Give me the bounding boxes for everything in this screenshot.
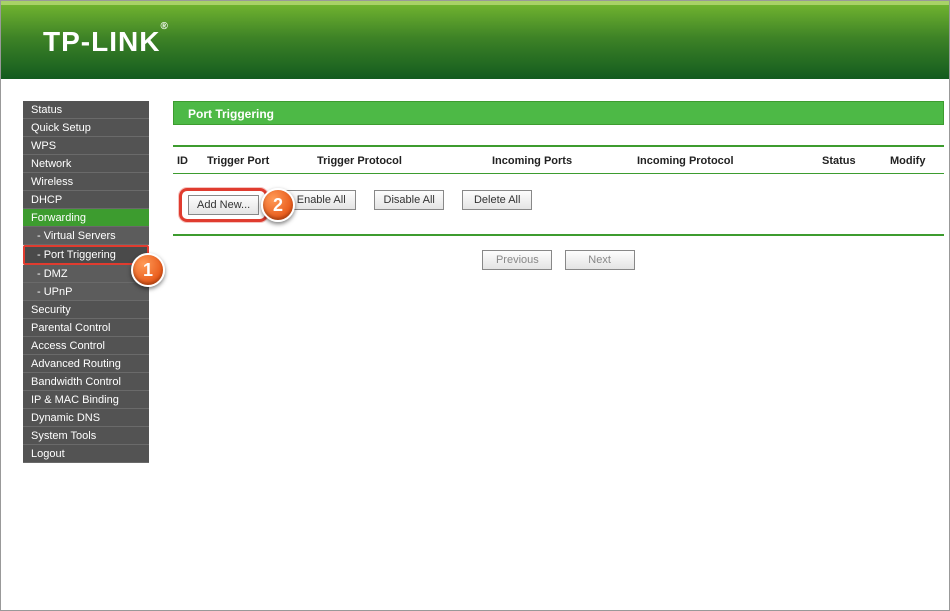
nav-access-control[interactable]: Access Control	[23, 337, 149, 355]
next-button[interactable]: Next	[565, 250, 635, 270]
highlight-add-new: Add New...	[179, 188, 268, 222]
table-header-row: ID Trigger Port Trigger Protocol Incomin…	[173, 147, 944, 174]
content-area: Port Triggering ID Trigger Port Trigger …	[153, 79, 950, 610]
nav-wireless[interactable]: Wireless	[23, 173, 149, 191]
col-trigger-protocol: Trigger Protocol	[317, 155, 492, 167]
add-new-button[interactable]: Add New...	[188, 195, 259, 215]
previous-button[interactable]: Previous	[482, 250, 552, 270]
nav-advanced-routing[interactable]: Advanced Routing	[23, 355, 149, 373]
delete-all-button[interactable]: Delete All	[462, 190, 532, 210]
pager-row: Previous Next	[173, 236, 944, 270]
col-status: Status	[822, 155, 890, 167]
sidebar-nav: Status Quick Setup WPS Network Wireless …	[1, 79, 149, 610]
nav-security[interactable]: Security	[23, 301, 149, 319]
nav-system-tools[interactable]: System Tools	[23, 427, 149, 445]
nav-dmz[interactable]: - DMZ	[23, 265, 149, 283]
nav-dynamic-dns[interactable]: Dynamic DNS	[23, 409, 149, 427]
nav-status[interactable]: Status	[23, 101, 149, 119]
col-trigger-port: Trigger Port	[207, 155, 317, 167]
page-title: Port Triggering	[173, 101, 944, 125]
header-banner: TP-LINK®	[1, 1, 949, 79]
nav-network[interactable]: Network	[23, 155, 149, 173]
menu-list: Status Quick Setup WPS Network Wireless …	[23, 101, 149, 463]
nav-ip-mac-binding[interactable]: IP & MAC Binding	[23, 391, 149, 409]
nav-upnp[interactable]: - UPnP	[23, 283, 149, 301]
disable-all-button[interactable]: Disable All	[374, 190, 444, 210]
nav-wps[interactable]: WPS	[23, 137, 149, 155]
col-incoming-ports: Incoming Ports	[492, 155, 637, 167]
nav-quick-setup[interactable]: Quick Setup	[23, 119, 149, 137]
nav-dhcp[interactable]: DHCP	[23, 191, 149, 209]
col-modify: Modify	[890, 155, 940, 167]
nav-port-triggering[interactable]: - Port Triggering	[23, 245, 149, 265]
brand-text: TP-LINK	[43, 26, 160, 57]
nav-bandwidth-control[interactable]: Bandwidth Control	[23, 373, 149, 391]
nav-virtual-servers[interactable]: - Virtual Servers	[23, 227, 149, 245]
nav-logout[interactable]: Logout	[23, 445, 149, 463]
col-incoming-protocol: Incoming Protocol	[637, 155, 822, 167]
registered-mark: ®	[160, 21, 168, 32]
enable-all-button[interactable]: Enable All	[286, 190, 356, 210]
brand-logo: TP-LINK®	[43, 26, 169, 58]
col-id: ID	[177, 155, 207, 167]
nav-parental-control[interactable]: Parental Control	[23, 319, 149, 337]
action-button-row: Add New... Enable All Disable All Delete…	[173, 174, 944, 236]
nav-forwarding[interactable]: Forwarding	[23, 209, 149, 227]
